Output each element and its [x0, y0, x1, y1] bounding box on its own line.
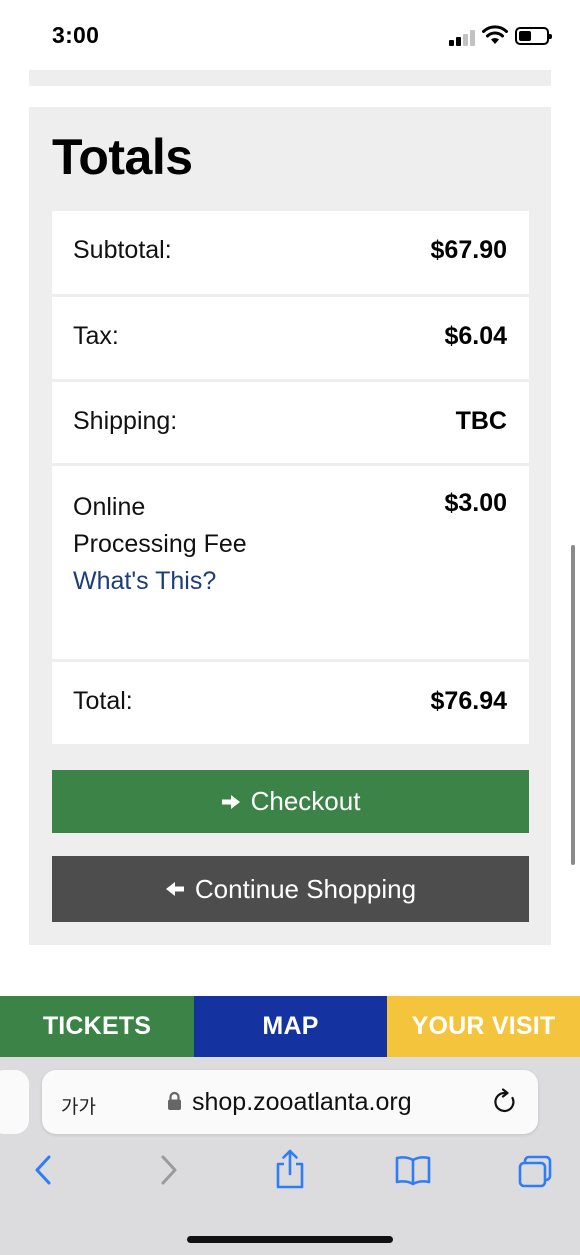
subtotal-value: $67.90 — [430, 236, 507, 264]
total-value: $76.94 — [430, 687, 507, 715]
total-row: Total: $76.94 — [52, 662, 529, 744]
processing-fee-value: $3.00 — [444, 489, 507, 517]
home-indicator — [187, 1236, 393, 1243]
nav-your-visit[interactable]: YOUR VISIT — [387, 996, 580, 1057]
arrow-right-icon — [221, 794, 240, 809]
subtotal-label: Subtotal: — [73, 236, 172, 264]
processing-fee-text: Online Processing Fee — [73, 493, 247, 558]
arrow-left-icon — [165, 882, 184, 896]
checkout-label: Checkout — [250, 786, 361, 816]
lock-icon — [168, 1091, 181, 1110]
previous-section — [29, 70, 551, 86]
nav-map[interactable]: MAP — [194, 996, 387, 1057]
shipping-value: TBC — [455, 407, 507, 435]
text-size-button[interactable]: 가가 — [61, 1092, 96, 1119]
bottom-nav: TICKETS MAP YOUR VISIT — [0, 996, 580, 1057]
checkout-button[interactable]: Checkout — [52, 770, 529, 833]
whats-this-link[interactable]: What's This? — [73, 567, 216, 595]
tabs-icon[interactable] — [517, 1155, 553, 1189]
subtotal-row: Subtotal: $67.90 — [52, 211, 529, 294]
battery-icon — [515, 27, 552, 45]
chevron-left-icon[interactable] — [32, 1152, 54, 1188]
cellular-signal-icon — [449, 30, 475, 46]
processing-fee-label: Online Processing Fee What's This? — [73, 489, 273, 600]
shipping-row: Shipping: TBC — [52, 382, 529, 463]
total-label: Total: — [73, 687, 133, 715]
chevron-right-icon[interactable] — [158, 1152, 180, 1188]
status-time: 3:00 — [52, 22, 100, 48]
share-icon[interactable] — [274, 1148, 306, 1190]
reload-icon[interactable] — [492, 1088, 518, 1116]
tax-row: Tax: $6.04 — [52, 297, 529, 379]
totals-title: Totals — [52, 129, 193, 185]
wifi-icon — [482, 25, 508, 44]
continue-shopping-label: Continue Shopping — [194, 873, 417, 904]
processing-fee-row: Online Processing Fee What's This? $3.00 — [52, 466, 529, 659]
continue-shopping-button[interactable]: Continue Shopping — [52, 856, 529, 922]
url-text[interactable]: shop.zooatlanta.org — [192, 1088, 412, 1117]
tax-label: Tax: — [73, 322, 119, 350]
scroll-indicator — [571, 545, 575, 865]
shipping-label: Shipping: — [73, 407, 178, 435]
nav-tickets[interactable]: TICKETS — [0, 996, 194, 1057]
previous-tab-preview[interactable] — [0, 1070, 29, 1134]
tax-value: $6.04 — [444, 322, 507, 350]
status-bar: 3:00 — [0, 0, 580, 70]
book-icon[interactable] — [394, 1154, 432, 1186]
